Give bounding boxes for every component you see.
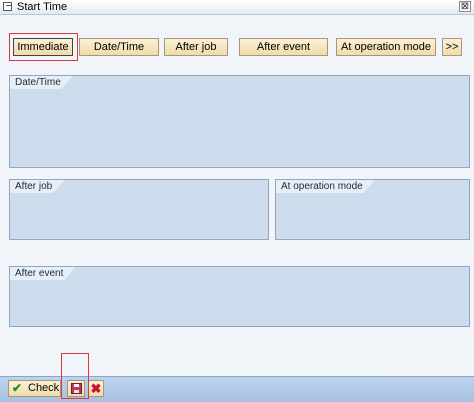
check-button[interactable]: ✔ Check [8, 380, 61, 397]
check-icon: ✔ [12, 381, 23, 395]
after-job-button[interactable]: After job [164, 38, 228, 56]
after-event-group-label: After event [10, 267, 75, 280]
after-job-group: After job [9, 179, 269, 240]
after-job-group-label: After job [10, 180, 64, 193]
window-icon [3, 2, 12, 11]
immediate-highlight-box [9, 33, 78, 61]
after-event-button[interactable]: After event [239, 38, 328, 56]
cancel-button[interactable]: ✖ [88, 380, 104, 397]
more-button[interactable]: >> [442, 38, 462, 56]
cancel-icon: ✖ [90, 381, 102, 396]
date-time-group: Date/Time [9, 75, 470, 168]
dialog-body: Immediate Date/Time After job After even… [0, 15, 474, 376]
after-event-group: After event [9, 266, 470, 327]
check-button-label: Check [28, 382, 60, 394]
at-operation-mode-group: At operation mode [275, 179, 470, 240]
date-time-button[interactable]: Date/Time [79, 38, 159, 56]
window-title: Start Time [17, 1, 68, 13]
at-operation-mode-group-label: At operation mode [276, 180, 375, 193]
window-titlebar: Start Time ⊠ [0, 0, 474, 15]
close-button[interactable]: ⊠ [459, 1, 471, 12]
save-highlight-box [61, 353, 89, 399]
at-operation-mode-button[interactable]: At operation mode [336, 38, 436, 56]
date-time-group-label: Date/Time [10, 76, 73, 89]
